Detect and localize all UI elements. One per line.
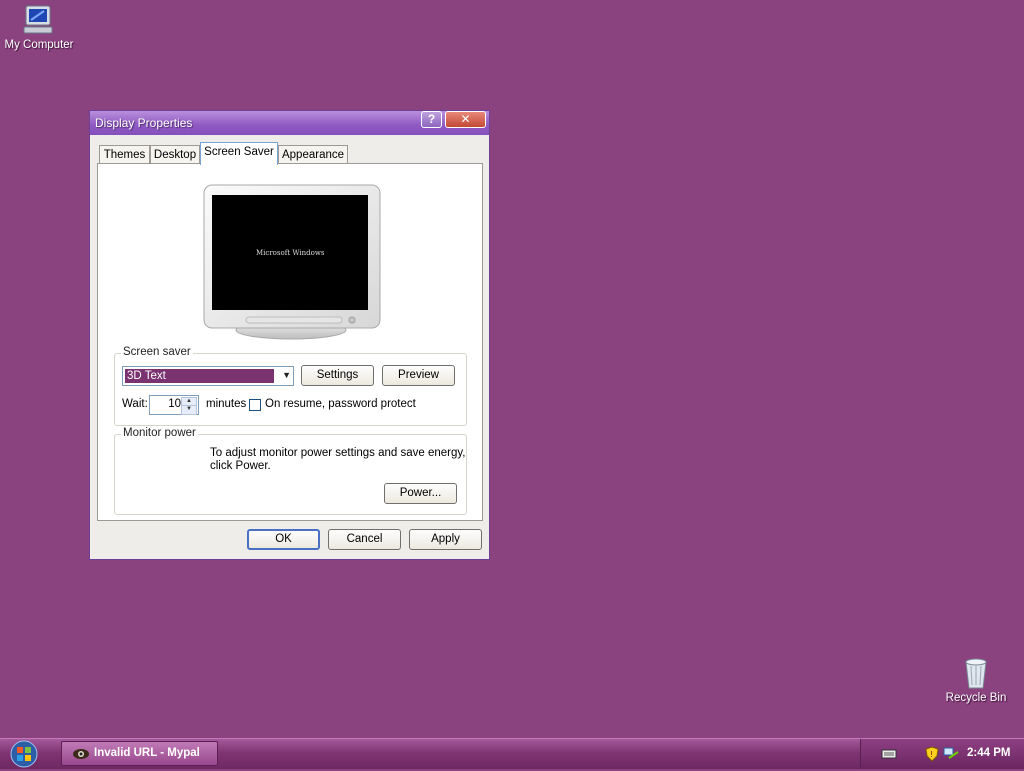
taskbar-button-mypal[interactable]: Invalid URL - Mypal <box>61 741 218 766</box>
display-properties-window: Display Properties ? ✕ Themes Desktop Sc… <box>89 110 490 560</box>
help-icon: ? <box>427 112 436 126</box>
screen-saver-tab-panel: Microsoft Windows Screen saver 3D Text ▼… <box>97 163 483 521</box>
minutes-label: minutes <box>206 398 247 410</box>
window-title: Display Properties <box>95 116 193 130</box>
preview-button[interactable]: Preview <box>382 365 455 386</box>
monitor-power-group-label: Monitor power <box>121 427 198 439</box>
screen-saver-selected: 3D Text <box>125 369 274 383</box>
help-button[interactable]: ? <box>421 111 442 128</box>
close-icon: ✕ <box>460 112 471 126</box>
computer-icon <box>23 5 53 34</box>
monitor-power-group: Monitor power To adjust monitor power se… <box>114 427 467 515</box>
my-computer-label: My Computer <box>4 39 74 51</box>
svg-text:!: ! <box>930 750 933 759</box>
network-icon[interactable] <box>943 746 959 762</box>
power-button[interactable]: Power... <box>384 483 457 504</box>
cancel-button[interactable]: Cancel <box>328 529 401 550</box>
start-button[interactable] <box>6 740 42 768</box>
password-protect-checkbox[interactable] <box>249 399 261 411</box>
password-protect-label[interactable]: On resume, password protect <box>265 398 416 410</box>
power-description-line1: To adjust monitor power settings and sav… <box>210 447 466 459</box>
tab-desktop[interactable]: Desktop <box>150 145 200 164</box>
monitor-icon <box>203 184 381 340</box>
wait-label: Wait: <box>122 398 148 410</box>
system-tray: ! 2:44 PM <box>860 739 1024 769</box>
taskbar: Invalid URL - Mypal ! 2:44 PM <box>0 738 1024 769</box>
windows-logo-icon <box>10 740 38 768</box>
apply-button[interactable]: Apply <box>409 529 482 550</box>
keyboard-icon[interactable] <box>881 748 897 760</box>
ok-button[interactable]: OK <box>247 529 320 550</box>
monitor-preview: Microsoft Windows <box>202 183 382 346</box>
my-computer-desktop-icon[interactable]: My Computer <box>0 3 81 51</box>
wait-minutes-stepper[interactable]: 10 ▲ ▼ <box>149 395 199 415</box>
chevron-down-icon: ▼ <box>282 370 291 380</box>
preview-text: Microsoft Windows <box>256 249 325 257</box>
mypal-browser-icon <box>73 749 89 759</box>
recycle-bin-label: Recycle Bin <box>945 692 1007 704</box>
security-shield-icon[interactable]: ! <box>925 746 939 762</box>
clock[interactable]: 2:44 PM <box>967 747 1010 759</box>
tab-themes[interactable]: Themes <box>99 145 150 164</box>
screen-saver-group: Screen saver 3D Text ▼ Settings Preview … <box>114 346 467 426</box>
tab-screen-saver[interactable]: Screen Saver <box>200 142 278 165</box>
close-button[interactable]: ✕ <box>445 111 486 128</box>
wait-value: 10 <box>168 398 181 410</box>
recycle-bin-icon <box>965 658 987 689</box>
power-description-line2: click Power. <box>210 460 271 472</box>
screen-saver-dropdown[interactable]: 3D Text ▼ <box>122 366 294 386</box>
tab-appearance[interactable]: Appearance <box>278 145 348 164</box>
taskbar-button-label: Invalid URL - Mypal <box>94 747 200 759</box>
screen-saver-group-label: Screen saver <box>121 346 193 358</box>
spin-down-icon[interactable]: ▼ <box>181 405 197 415</box>
recycle-bin-desktop-icon[interactable]: Recycle Bin <box>934 656 1018 704</box>
settings-button[interactable]: Settings <box>301 365 374 386</box>
title-bar[interactable]: Display Properties ? ✕ <box>90 111 489 135</box>
